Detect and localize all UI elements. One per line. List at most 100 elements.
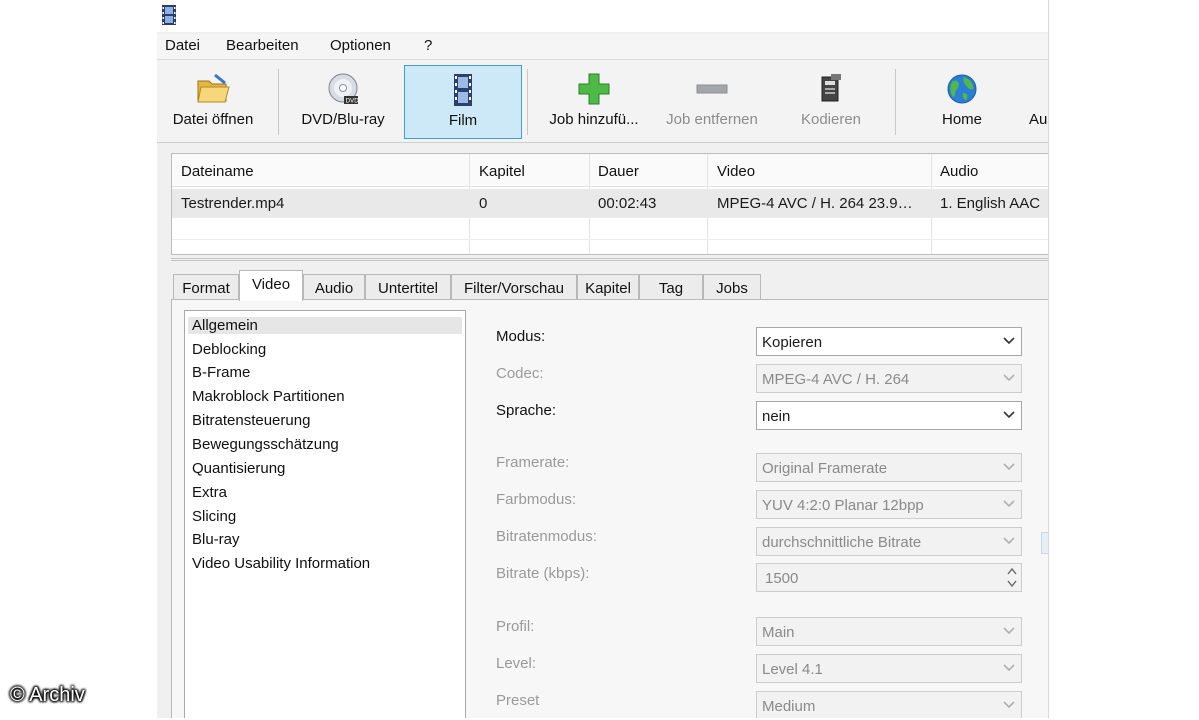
cell-audio: 1. English AAC	[940, 195, 1041, 212]
chevron-down-icon	[1003, 463, 1015, 471]
cell-dateiname: Testrender.mp4	[181, 195, 285, 212]
tab-video[interactable]: Video	[239, 270, 303, 301]
menu-datei[interactable]: Datei	[165, 37, 200, 54]
tab-format[interactable]: Format	[173, 274, 239, 300]
profil-dropdown[interactable]: Main	[756, 617, 1022, 646]
tab-jobs[interactable]: Jobs	[703, 274, 761, 300]
home-label: Home	[941, 111, 982, 128]
codec-label: Codec:	[496, 365, 544, 382]
menu-bar: Datei Bearbeiten Optionen ?	[157, 34, 1048, 60]
menu-optionen[interactable]: Optionen	[330, 37, 391, 54]
bitrate-spinner[interactable]: 1500	[756, 563, 1022, 592]
minus-icon	[696, 84, 728, 94]
tab-filter-vorschau[interactable]: Filter/Vorschau	[451, 274, 577, 300]
sprache-dropdown[interactable]: nein	[756, 401, 1022, 430]
preset-dropdown[interactable]: Medium	[756, 691, 1022, 718]
category-slicing[interactable]: Slicing	[192, 508, 236, 525]
folder-open-icon	[197, 73, 230, 103]
codec-dropdown[interactable]: MPEG-4 AVC / H. 264	[756, 364, 1022, 393]
column-header-dauer[interactable]: Dauer	[598, 163, 639, 180]
framerate-label: Framerate:	[496, 454, 570, 471]
chevron-down-icon	[1003, 537, 1015, 545]
app-window: Datei Bearbeiten Optionen ? Datei öffnen…	[157, 0, 1049, 718]
row-gridline	[172, 217, 1048, 218]
globe-icon	[947, 74, 977, 104]
category-b-frame[interactable]: B-Frame	[192, 364, 250, 381]
add-job-button[interactable]: Job hinzufü...	[535, 65, 653, 139]
framerate-dropdown[interactable]: Original Framerate	[756, 453, 1022, 482]
preset-label: Preset	[496, 692, 540, 709]
codec-value: MPEG-4 AVC / H. 264	[762, 371, 910, 388]
level-label: Level:	[496, 655, 537, 672]
profil-label: Profil:	[496, 618, 535, 635]
encode-button[interactable]: Kodieren	[781, 65, 881, 139]
film-app-icon	[162, 5, 176, 25]
film-button[interactable]: Film	[404, 65, 522, 139]
farbmodus-value: YUV 4:2:0 Planar 12bpp	[762, 497, 924, 514]
chevron-down-icon	[1003, 701, 1015, 709]
column-header-kapitel[interactable]: Kapitel	[479, 163, 525, 180]
encode-icon	[821, 74, 841, 102]
cell-kapitel: 0	[479, 195, 488, 212]
dvd-bluray-button[interactable]: DVD DVD/Blu-ray	[285, 65, 401, 139]
film-strip-icon	[454, 74, 472, 106]
menu-bearbeiten[interactable]: Bearbeiten	[226, 37, 299, 54]
chevron-down-icon	[1003, 411, 1015, 419]
bitratenmodus-label: Bitratenmodus:	[496, 528, 597, 545]
home-button[interactable]: Home	[917, 65, 1007, 139]
category-deblocking[interactable]: Deblocking	[192, 341, 266, 358]
bitratenmodus-dropdown[interactable]: durchschnittliche Bitrate	[756, 527, 1022, 556]
row-gridline	[172, 239, 1048, 240]
category-extra[interactable]: Extra	[192, 484, 227, 501]
spin-down-icon[interactable]	[1007, 579, 1017, 588]
framerate-value: Original Framerate	[762, 460, 888, 477]
svg-text:DVD: DVD	[346, 98, 360, 105]
spin-up-icon[interactable]	[1007, 567, 1017, 576]
menu-help[interactable]: ?	[424, 37, 432, 54]
remove-job-button[interactable]: Job entfernen	[655, 65, 769, 139]
profil-value: Main	[762, 624, 795, 641]
category-makroblock-partitionen[interactable]: Makroblock Partitionen	[192, 388, 345, 405]
cell-dauer: 00:02:43	[598, 195, 657, 212]
toolbar-separator	[278, 69, 279, 135]
tab-tag[interactable]: Tag	[639, 274, 703, 300]
tab-kapitel[interactable]: Kapitel	[577, 274, 639, 300]
open-file-button[interactable]: Datei öffnen	[159, 65, 267, 139]
file-list-table: Dateiname Kapitel Dauer Video Audio Test…	[171, 153, 1048, 255]
add-job-label: Job hinzufü...	[549, 111, 639, 128]
modus-value: Kopieren	[762, 334, 823, 351]
tab-untertitel[interactable]: Untertitel	[365, 274, 451, 300]
category-quantisierung[interactable]: Quantisierung	[192, 460, 285, 477]
toolbar-separator	[895, 69, 896, 135]
bitrate-label: Bitrate (kbps):	[496, 565, 590, 582]
side-button-stub[interactable]	[1041, 532, 1048, 554]
tab-strip: Format Video Audio Untertitel Filter/Vor…	[171, 270, 1048, 301]
table-row[interactable]: Testrender.mp4 0 00:02:43 MPEG-4 AVC / H…	[172, 189, 1048, 217]
video-tab-panel: Allgemein Deblocking B-Frame Makroblock …	[171, 299, 1048, 718]
splitter-handle[interactable]	[171, 258, 1048, 261]
category-allgemein[interactable]: Allgemein	[188, 317, 462, 334]
column-header-dateiname[interactable]: Dateiname	[181, 163, 254, 180]
farbmodus-dropdown[interactable]: YUV 4:2:0 Planar 12bpp	[756, 490, 1022, 519]
bitratenmodus-value: durchschnittliche Bitrate	[762, 534, 922, 551]
category-bitratensteuerung[interactable]: Bitratensteuerung	[192, 412, 310, 429]
modus-dropdown[interactable]: Kopieren	[756, 327, 1022, 356]
category-blu-ray[interactable]: Blu-ray	[192, 531, 240, 548]
column-header-video[interactable]: Video	[717, 163, 755, 180]
category-bewegungsschaetzung[interactable]: Bewegungsschätzung	[192, 436, 339, 453]
disc-icon: DVD	[328, 73, 360, 105]
tab-audio[interactable]: Audio	[303, 274, 365, 300]
truncated-toolbar-button[interactable]: Au	[1023, 65, 1048, 139]
category-video-usability-information[interactable]: Video Usability Information	[192, 555, 370, 572]
level-dropdown[interactable]: Level 4.1	[756, 654, 1022, 683]
chevron-down-icon	[1003, 500, 1015, 508]
chevron-down-icon	[1003, 374, 1015, 382]
remove-job-label: Job entfernen	[666, 111, 758, 128]
toolbar-separator	[527, 69, 528, 135]
chevron-down-icon	[1003, 664, 1015, 672]
column-header-audio[interactable]: Audio	[940, 163, 978, 180]
category-list: Allgemein Deblocking B-Frame Makroblock …	[184, 310, 466, 718]
chevron-down-icon	[1003, 627, 1015, 635]
title-bar	[157, 0, 1048, 32]
plus-icon	[578, 73, 610, 105]
